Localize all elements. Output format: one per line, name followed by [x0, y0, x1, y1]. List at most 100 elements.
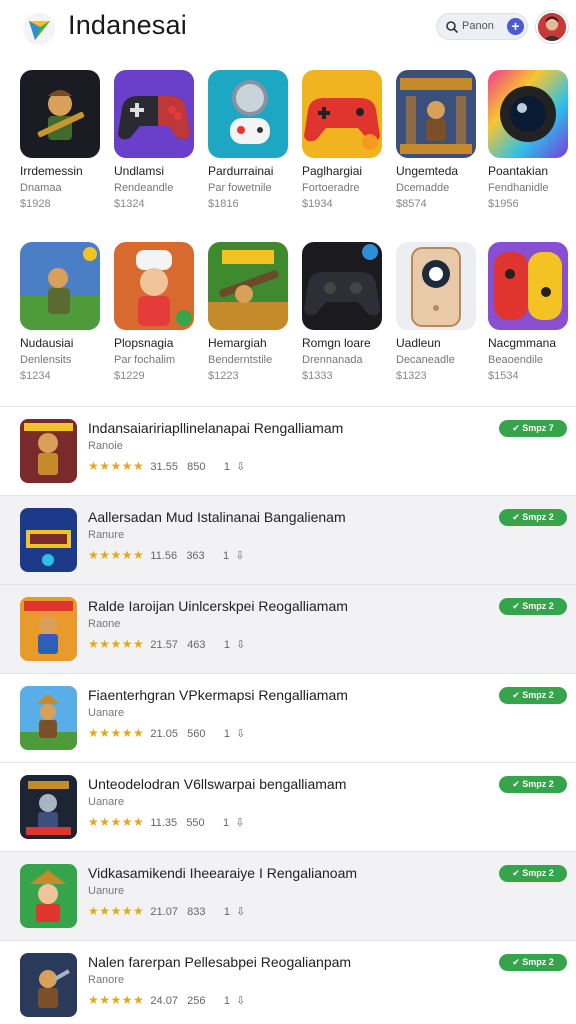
install-count: 1 [223, 906, 230, 918]
item-developer: Ranore [88, 974, 125, 986]
warrior-icon [20, 419, 77, 483]
rating-value: 24.07 [150, 995, 178, 1007]
tile-price: $1324 [114, 198, 145, 210]
featured-tile[interactable]: Poantakian Fendhanidle $1956 [488, 70, 568, 210]
item-meta: ★★★★★ 11.35 550 1 ⇩ [88, 815, 244, 829]
item-developer: Ranoie [88, 440, 123, 452]
item-developer: Uanare [88, 707, 125, 719]
status-badge[interactable]: ✔ Smpz 7 [499, 420, 567, 437]
controller-magnifier-icon [208, 70, 288, 158]
black-controller-icon [302, 242, 382, 330]
featured-tile[interactable]: Nudausiai Denlensits $1234 [20, 242, 100, 382]
download-icon: ⇩ [236, 461, 246, 473]
phone-device-icon [396, 242, 476, 330]
rating-value: 21.05 [150, 728, 178, 740]
sky-warrior-icon [20, 686, 77, 750]
list-item[interactable]: Nalen farerpan Pellesabpei Reogalianpam … [0, 940, 576, 1024]
featured-tile[interactable]: Nacgmmana Beaoendile $1534 [488, 242, 568, 382]
dark-knight-icon [20, 775, 77, 839]
field-soldier-icon [20, 242, 100, 330]
featured-tile[interactable]: Irrdemessin Dnamaa $1928 [20, 70, 100, 210]
cave-warrior-icon [20, 953, 77, 1017]
tile-sub: Denlensits [20, 354, 72, 366]
item-developer: Uanure [88, 885, 125, 897]
tile-name: Nacgmmana [488, 336, 557, 350]
status-badge[interactable]: ✔ Smpz 2 [499, 776, 567, 793]
featured-tile[interactable]: Romgn loare Drennanada $1333 [302, 242, 382, 382]
list-item[interactable]: Fiaenterhgran VPkermapsi Rengalliamam Ua… [0, 673, 576, 762]
tile-price: $1323 [396, 370, 427, 382]
tile-name: Romgn loare [302, 336, 371, 350]
status-badge[interactable]: ✔ Smpz 2 [499, 509, 567, 526]
list-item[interactable]: Vidkasamikendi Iheearaiye I Rengalianoam… [0, 851, 576, 940]
list-item[interactable]: Aallersadan Mud Istalinanai Bangalienam … [0, 495, 576, 584]
featured-tile[interactable]: Uadleun Decaneadle $1323 [396, 242, 476, 382]
install-count: 1 [223, 817, 230, 829]
rating-stars: ★★★★★ [88, 548, 145, 562]
avatar[interactable] [536, 11, 568, 43]
tile-name: Hemargiah [208, 336, 267, 350]
featured-tile[interactable]: Undlamsi Rendeandle $1324 [114, 70, 194, 210]
list-item[interactable]: Indansaiaririapllinelanapai Rengalliamam… [0, 406, 576, 495]
review-count: 550 [186, 817, 205, 829]
rating-value: 21.07 [150, 906, 178, 918]
item-meta: ★★★★★ 11.56 363 1 ⇩ [88, 548, 244, 562]
status-badge[interactable]: ✔ Smpz 2 [499, 598, 567, 615]
tile-name: Ungemteda [396, 164, 459, 178]
featured-tile[interactable]: Hemargiah Benderntstile $1223 [208, 242, 288, 382]
tile-price: $1956 [488, 198, 519, 210]
rating-value: 11.35 [150, 817, 178, 829]
featured-tile[interactable]: Ungemteda Dcemadde $8574 [396, 70, 476, 210]
tile-sub: Benderntstile [208, 354, 273, 366]
featured-tile[interactable]: Pardurrainai Par fowetnile $1816 [208, 70, 288, 210]
review-count: 363 [186, 550, 205, 562]
item-title: Indansaiaririapllinelanapai Rengalliamam [88, 420, 344, 436]
featured-tile[interactable]: Plopsnagia Par fochalim $1229 [114, 242, 194, 382]
app-logo-icon [23, 13, 55, 45]
list-item[interactable]: Unteodelodran V6llswarpai bengalliamam U… [0, 762, 576, 851]
add-button[interactable]: + [507, 18, 524, 35]
review-count: 560 [187, 728, 206, 740]
tile-price: $1934 [302, 198, 333, 210]
item-meta: ★★★★★ 24.07 256 1 ⇩ [88, 993, 245, 1007]
featured-tile[interactable]: Paglhargiai Fortoeradre $1934 [302, 70, 382, 210]
tile-name: Poantakian [488, 164, 549, 178]
status-badge[interactable]: ✔ Smpz 2 [499, 865, 567, 882]
download-icon: ⇩ [236, 995, 246, 1007]
install-count: 1 [223, 728, 230, 740]
tile-sub: Fendhanidle [488, 182, 549, 194]
item-meta: ★★★★★ 21.57 463 1 ⇩ [88, 637, 245, 651]
top-bar: Indanesai Panon + [0, 0, 576, 58]
tile-price: $1333 [302, 370, 333, 382]
download-icon: ⇩ [236, 906, 246, 918]
list-item[interactable]: Ralde Iaroijan Uinlcerskpei Reogalliamam… [0, 584, 576, 673]
status-badge[interactable]: ✔ Smpz 2 [499, 687, 567, 704]
review-count: 833 [187, 906, 206, 918]
item-title: Aallersadan Mud Istalinanai Bangalienam [88, 509, 346, 525]
item-developer: Uanare [88, 796, 125, 808]
tile-name: Plopsnagia [114, 336, 174, 350]
tile-sub: Par fowetnile [208, 182, 272, 194]
download-icon: ⇩ [235, 550, 245, 562]
download-icon: ⇩ [236, 728, 246, 740]
review-count: 463 [187, 639, 206, 651]
item-title: Unteodelodran V6llswarpai bengalliamam [88, 776, 347, 792]
search-icon [446, 21, 459, 34]
user-avatar-icon [538, 13, 566, 41]
hala-game-icon [20, 508, 77, 572]
tile-sub: Dcemadde [396, 182, 450, 194]
red-controller-icon [302, 70, 382, 158]
featured-grid: Irrdemessin Dnamaa $1928 Undlamsi Rendea… [0, 58, 576, 406]
status-badge[interactable]: ✔ Smpz 2 [499, 954, 567, 971]
tile-sub: Beaoendile [488, 354, 544, 366]
tile-name: Uadleun [396, 336, 441, 350]
item-title: Ralde Iaroijan Uinlcerskpei Reogalliamam [88, 598, 348, 614]
install-count: 1 [223, 461, 230, 473]
rating-stars: ★★★★★ [88, 815, 145, 829]
tile-price: $1534 [488, 370, 519, 382]
rifle-icon [208, 242, 288, 330]
camera-lens-icon [488, 70, 568, 158]
search-box[interactable]: Panon + [436, 13, 528, 40]
tile-sub: Rendeandle [114, 182, 174, 194]
castle-soldier-icon [396, 70, 476, 158]
